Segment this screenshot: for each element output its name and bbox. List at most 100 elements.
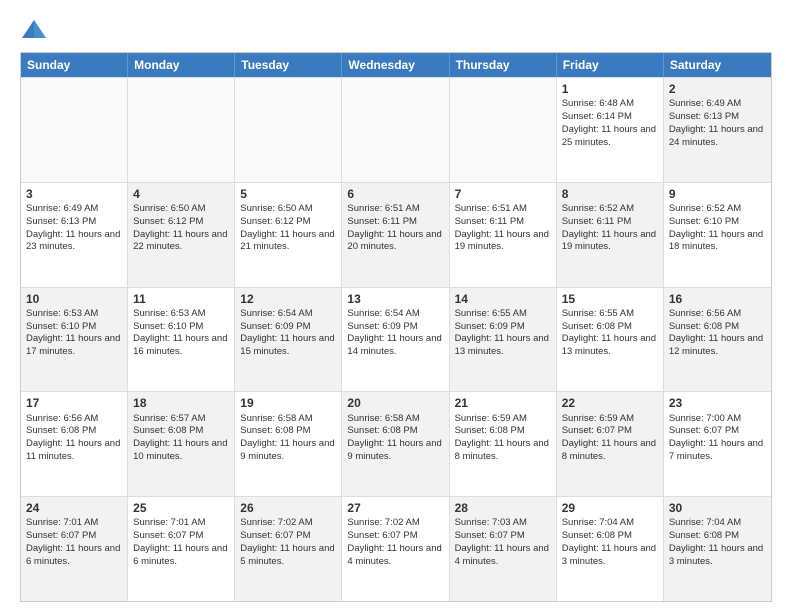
day-info: Sunrise: 6:49 AM Sunset: 6:13 PM Dayligh… <box>26 203 123 252</box>
day-number: 1 <box>562 81 658 97</box>
day-info: Sunrise: 7:02 AM Sunset: 6:07 PM Dayligh… <box>347 517 444 566</box>
calendar-cell-25: 25Sunrise: 7:01 AM Sunset: 6:07 PM Dayli… <box>128 497 235 601</box>
calendar-cell-empty <box>342 78 449 182</box>
day-number: 27 <box>347 500 443 516</box>
day-info: Sunrise: 6:51 AM Sunset: 6:11 PM Dayligh… <box>347 203 444 252</box>
day-info: Sunrise: 7:01 AM Sunset: 6:07 PM Dayligh… <box>26 517 123 566</box>
calendar-row-5: 24Sunrise: 7:01 AM Sunset: 6:07 PM Dayli… <box>21 496 771 601</box>
day-number: 28 <box>455 500 551 516</box>
day-number: 17 <box>26 395 122 411</box>
day-number: 6 <box>347 186 443 202</box>
day-number: 19 <box>240 395 336 411</box>
day-info: Sunrise: 7:04 AM Sunset: 6:08 PM Dayligh… <box>562 517 659 566</box>
header-day-tuesday: Tuesday <box>235 53 342 77</box>
calendar-row-2: 3Sunrise: 6:49 AM Sunset: 6:13 PM Daylig… <box>21 182 771 287</box>
calendar-cell-6: 6Sunrise: 6:51 AM Sunset: 6:11 PM Daylig… <box>342 183 449 287</box>
day-number: 15 <box>562 291 658 307</box>
calendar-cell-5: 5Sunrise: 6:50 AM Sunset: 6:12 PM Daylig… <box>235 183 342 287</box>
calendar-row-3: 10Sunrise: 6:53 AM Sunset: 6:10 PM Dayli… <box>21 287 771 392</box>
calendar-cell-2: 2Sunrise: 6:49 AM Sunset: 6:13 PM Daylig… <box>664 78 771 182</box>
calendar-cell-23: 23 Sunrise: 7:00 AM Sunset: 6:07 PM Dayli… <box>664 392 771 496</box>
calendar-cell-11: 11Sunrise: 6:53 AM Sunset: 6:10 PM Dayli… <box>128 288 235 392</box>
day-info: Sunrise: 6:59 AM Sunset: 6:08 PM Dayligh… <box>455 413 552 462</box>
day-number: 14 <box>455 291 551 307</box>
calendar-cell-3: 3Sunrise: 6:49 AM Sunset: 6:13 PM Daylig… <box>21 183 128 287</box>
day-info: Sunrise: 6:50 AM Sunset: 6:12 PM Dayligh… <box>240 203 337 252</box>
day-info: Sunrise: 6:58 AM Sunset: 6:08 PM Dayligh… <box>347 413 444 462</box>
calendar-cell-empty <box>21 78 128 182</box>
header <box>20 16 772 44</box>
logo <box>20 16 52 44</box>
calendar-cell-4: 4Sunrise: 6:50 AM Sunset: 6:12 PM Daylig… <box>128 183 235 287</box>
day-number: 18 <box>133 395 229 411</box>
day-number: 16 <box>669 291 766 307</box>
logo-icon <box>20 16 48 44</box>
header-day-thursday: Thursday <box>450 53 557 77</box>
day-number: 12 <box>240 291 336 307</box>
calendar-cell-24: 24Sunrise: 7:01 AM Sunset: 6:07 PM Dayli… <box>21 497 128 601</box>
calendar-cell-8: 8Sunrise: 6:52 AM Sunset: 6:11 PM Daylig… <box>557 183 664 287</box>
header-day-wednesday: Wednesday <box>342 53 449 77</box>
header-day-saturday: Saturday <box>664 53 771 77</box>
day-info: Sunrise: 6:59 AM Sunset: 6:07 PM Dayligh… <box>562 413 659 462</box>
day-info: Sunrise: 6:58 AM Sunset: 6:08 PM Dayligh… <box>240 413 337 462</box>
day-number: 21 <box>455 395 551 411</box>
day-number: 24 <box>26 500 122 516</box>
calendar-cell-empty <box>235 78 342 182</box>
day-info: Sunrise: 7:02 AM Sunset: 6:07 PM Dayligh… <box>240 517 337 566</box>
day-number: 8 <box>562 186 658 202</box>
day-info: Sunrise: 6:55 AM Sunset: 6:09 PM Dayligh… <box>455 308 552 357</box>
day-number: 7 <box>455 186 551 202</box>
calendar-cell-9: 9Sunrise: 6:52 AM Sunset: 6:10 PM Daylig… <box>664 183 771 287</box>
day-number: 9 <box>669 186 766 202</box>
day-info: Sunrise: 6:56 AM Sunset: 6:08 PM Dayligh… <box>669 308 766 357</box>
day-info: Sunrise: 7:01 AM Sunset: 6:07 PM Dayligh… <box>133 517 230 566</box>
day-number: 30 <box>669 500 766 516</box>
calendar-cell-18: 18Sunrise: 6:57 AM Sunset: 6:08 PM Dayli… <box>128 392 235 496</box>
day-info: Sunrise: 6:49 AM Sunset: 6:13 PM Dayligh… <box>669 98 766 147</box>
day-info: Sunrise: 6:52 AM Sunset: 6:11 PM Dayligh… <box>562 203 659 252</box>
day-info: Sunrise: 6:53 AM Sunset: 6:10 PM Dayligh… <box>133 308 230 357</box>
header-day-friday: Friday <box>557 53 664 77</box>
calendar-cell-15: 15Sunrise: 6:55 AM Sunset: 6:08 PM Dayli… <box>557 288 664 392</box>
day-number: 25 <box>133 500 229 516</box>
day-info: Sunrise: 6:52 AM Sunset: 6:10 PM Dayligh… <box>669 203 766 252</box>
calendar-body: 1Sunrise: 6:48 AM Sunset: 6:14 PM Daylig… <box>21 77 771 601</box>
calendar-cell-21: 21 Sunrise: 6:59 AM Sunset: 6:08 PM Dayli… <box>450 392 557 496</box>
day-info: Sunrise: 6:56 AM Sunset: 6:08 PM Dayligh… <box>26 413 123 462</box>
calendar-header: SundayMondayTuesdayWednesdayThursdayFrid… <box>21 53 771 77</box>
calendar-cell-28: 28Sunrise: 7:03 AM Sunset: 6:07 PM Dayli… <box>450 497 557 601</box>
calendar-cell-empty <box>450 78 557 182</box>
day-info: Sunrise: 7:00 AM Sunset: 6:07 PM Dayligh… <box>669 413 766 462</box>
calendar: SundayMondayTuesdayWednesdayThursdayFrid… <box>20 52 772 602</box>
day-number: 4 <box>133 186 229 202</box>
day-info: Sunrise: 7:03 AM Sunset: 6:07 PM Dayligh… <box>455 517 552 566</box>
day-info: Sunrise: 6:54 AM Sunset: 6:09 PM Dayligh… <box>240 308 337 357</box>
calendar-cell-7: 7Sunrise: 6:51 AM Sunset: 6:11 PM Daylig… <box>450 183 557 287</box>
day-info: Sunrise: 6:48 AM Sunset: 6:14 PM Dayligh… <box>562 98 659 147</box>
calendar-cell-12: 12Sunrise: 6:54 AM Sunset: 6:09 PM Dayli… <box>235 288 342 392</box>
day-info: Sunrise: 6:51 AM Sunset: 6:11 PM Dayligh… <box>455 203 552 252</box>
calendar-cell-29: 29Sunrise: 7:04 AM Sunset: 6:08 PM Dayli… <box>557 497 664 601</box>
day-number: 10 <box>26 291 122 307</box>
day-number: 2 <box>669 81 766 97</box>
calendar-cell-20: 20Sunrise: 6:58 AM Sunset: 6:08 PM Dayli… <box>342 392 449 496</box>
calendar-row-1: 1Sunrise: 6:48 AM Sunset: 6:14 PM Daylig… <box>21 77 771 182</box>
calendar-cell-27: 27Sunrise: 7:02 AM Sunset: 6:07 PM Dayli… <box>342 497 449 601</box>
calendar-cell-26: 26Sunrise: 7:02 AM Sunset: 6:07 PM Dayli… <box>235 497 342 601</box>
calendar-cell-empty <box>128 78 235 182</box>
day-number: 3 <box>26 186 122 202</box>
calendar-cell-1: 1Sunrise: 6:48 AM Sunset: 6:14 PM Daylig… <box>557 78 664 182</box>
day-number: 13 <box>347 291 443 307</box>
header-day-monday: Monday <box>128 53 235 77</box>
day-number: 5 <box>240 186 336 202</box>
calendar-row-4: 17 Sunrise: 6:56 AM Sunset: 6:08 PM Dayli… <box>21 391 771 496</box>
calendar-cell-17: 17 Sunrise: 6:56 AM Sunset: 6:08 PM Dayli… <box>21 392 128 496</box>
day-number: 11 <box>133 291 229 307</box>
calendar-cell-13: 13Sunrise: 6:54 AM Sunset: 6:09 PM Dayli… <box>342 288 449 392</box>
calendar-cell-10: 10Sunrise: 6:53 AM Sunset: 6:10 PM Dayli… <box>21 288 128 392</box>
header-day-sunday: Sunday <box>21 53 128 77</box>
day-number: 23 <box>669 395 766 411</box>
calendar-cell-22: 22Sunrise: 6:59 AM Sunset: 6:07 PM Dayli… <box>557 392 664 496</box>
day-info: Sunrise: 6:53 AM Sunset: 6:10 PM Dayligh… <box>26 308 123 357</box>
